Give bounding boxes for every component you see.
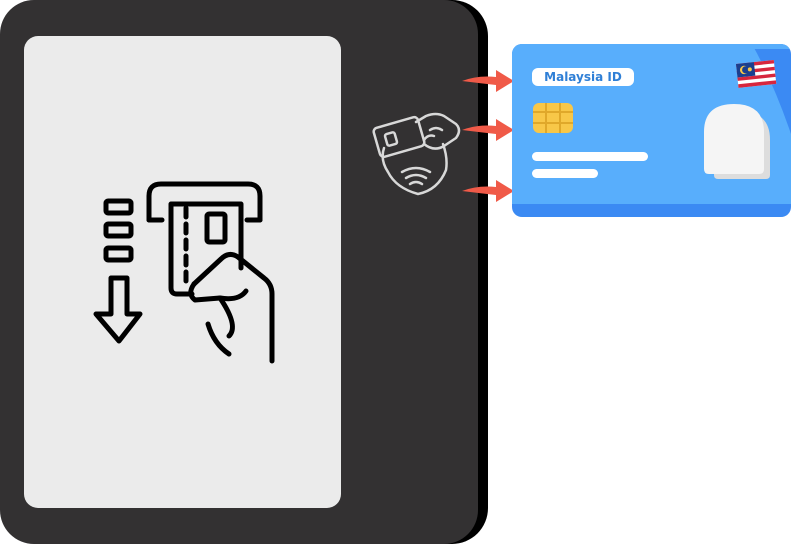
arrow-right-icon <box>462 70 514 92</box>
card-title-label: Malaysia ID <box>532 68 634 86</box>
hand-card-nfc-icon <box>372 112 461 196</box>
chip-icon <box>533 103 573 133</box>
arrow-right-icon <box>462 119 514 141</box>
device-screen <box>24 36 341 508</box>
card-insert-icon <box>93 181 275 364</box>
malaysia-flag-icon <box>736 60 777 88</box>
arrow-right-icon <box>462 180 514 202</box>
id-card: Malaysia ID <box>512 44 791 217</box>
card-reader-device <box>0 0 488 544</box>
